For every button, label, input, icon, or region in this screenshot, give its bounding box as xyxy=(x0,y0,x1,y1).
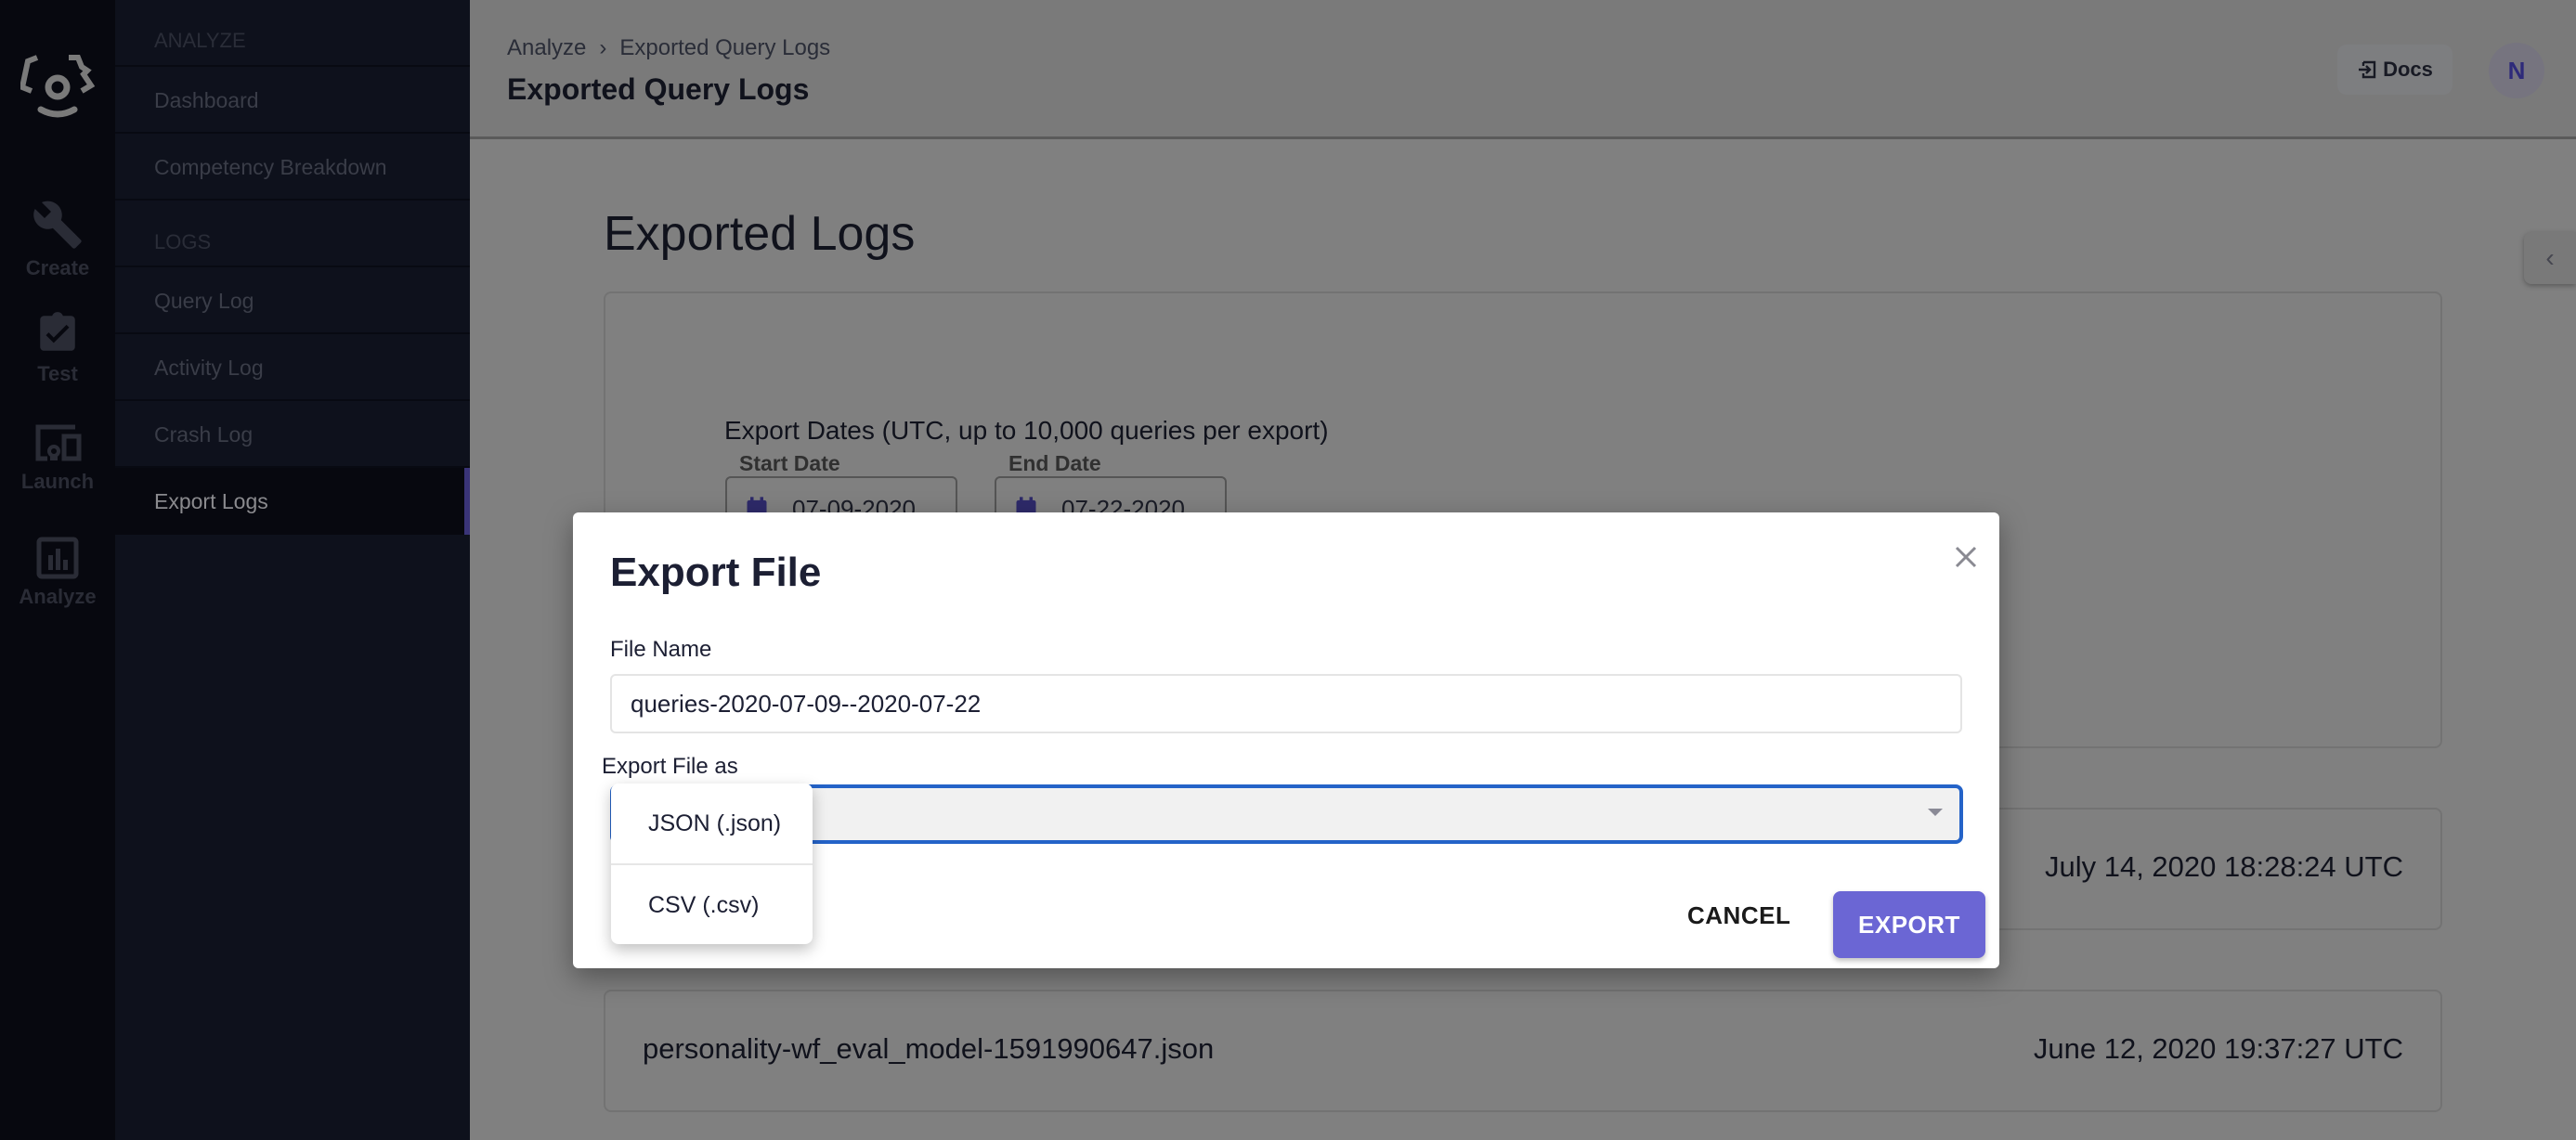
log-filename[interactable]: personality-wf_eval_model-1591990647.jso… xyxy=(643,1032,1214,1066)
page-header: Analyze › Exported Query Logs Exported Que… xyxy=(470,0,2576,139)
sidebar-item-export-logs[interactable]: Export Logs xyxy=(115,468,470,535)
caret-down-icon xyxy=(1928,809,1943,816)
export-button[interactable]: EXPORT xyxy=(1833,891,1985,958)
avatar[interactable]: N xyxy=(2489,43,2544,98)
docs-button[interactable]: Docs xyxy=(2337,45,2452,95)
rail-item-analyze[interactable]: Analyze xyxy=(0,537,115,609)
export-format-label: Export File as xyxy=(602,754,738,779)
rail-item-create[interactable]: Create xyxy=(0,199,115,280)
panel-collapse-button[interactable]: ‹ xyxy=(2524,232,2576,284)
sidebar-section-logs: LOGS xyxy=(115,217,470,267)
log-row[interactable]: personality-wf_eval_model-1591990647.jso… xyxy=(604,990,2442,1112)
bar-chart-icon xyxy=(36,537,79,579)
log-date: July 14, 2020 18:28:24 UTC xyxy=(2044,850,2403,883)
rail-item-test[interactable]: Test xyxy=(0,310,115,386)
breadcrumb: Analyze › Exported Query Logs xyxy=(507,35,830,61)
menu-item-json[interactable]: JSON (.json) xyxy=(611,784,813,863)
menu-item-csv[interactable]: CSV (.csv) xyxy=(611,863,813,943)
breadcrumb-analyze[interactable]: Analyze xyxy=(507,35,586,60)
rail-item-label: Launch xyxy=(20,470,95,493)
end-date-label: End Date xyxy=(1008,451,1101,475)
close-icon[interactable] xyxy=(1947,538,1984,576)
export-format-select[interactable] xyxy=(610,784,1963,844)
sidebar-item-dashboard[interactable]: Dashboard xyxy=(115,67,470,134)
app-logo-icon[interactable] xyxy=(20,54,97,123)
dialog-title: Export File xyxy=(610,550,822,595)
sidebar-item-crash-log[interactable]: Crash Log xyxy=(115,401,470,468)
breadcrumb-current: Exported Query Logs xyxy=(619,35,831,60)
sidebar-section-analyze: ANALYZE xyxy=(115,0,470,67)
rail-item-label: Test xyxy=(37,362,78,385)
main-title: Exported Logs xyxy=(604,207,916,261)
export-format-menu: JSON (.json) CSV (.csv) xyxy=(611,784,813,944)
app-rail: Create Test Launch Analyze xyxy=(0,0,115,1140)
wrench-icon xyxy=(33,201,82,249)
cancel-button[interactable]: CANCEL xyxy=(1687,891,1790,939)
sidebar-item-query-log[interactable]: Query Log xyxy=(115,267,470,334)
file-name-label: File Name xyxy=(610,637,712,662)
chevron-right-icon: › xyxy=(599,35,607,60)
secondary-sidebar: ANALYZE Dashboard Competency Breakdown L… xyxy=(115,0,470,1140)
open-external-icon xyxy=(2359,60,2376,79)
sidebar-item-activity-log[interactable]: Activity Log xyxy=(115,334,470,401)
rail-item-label: Create xyxy=(25,256,90,279)
docs-label: Docs xyxy=(2383,58,2433,81)
start-date-label: Start Date xyxy=(739,451,840,475)
rail-item-label: Analyze xyxy=(19,585,97,608)
devices-icon xyxy=(35,424,82,461)
rail-item-launch[interactable]: Launch xyxy=(0,423,115,494)
export-dates-label: Export Dates (UTC, up to 10,000 queries … xyxy=(724,416,1329,445)
log-date: June 12, 2020 19:37:27 UTC xyxy=(2033,1032,2403,1065)
file-name-input[interactable] xyxy=(610,674,1962,733)
chevron-left-icon: ‹ xyxy=(2545,243,2555,272)
page-title: Exported Query Logs xyxy=(507,72,810,106)
clipboard-check-icon xyxy=(40,312,75,351)
sidebar-item-competency-breakdown[interactable]: Competency Breakdown xyxy=(115,134,470,201)
